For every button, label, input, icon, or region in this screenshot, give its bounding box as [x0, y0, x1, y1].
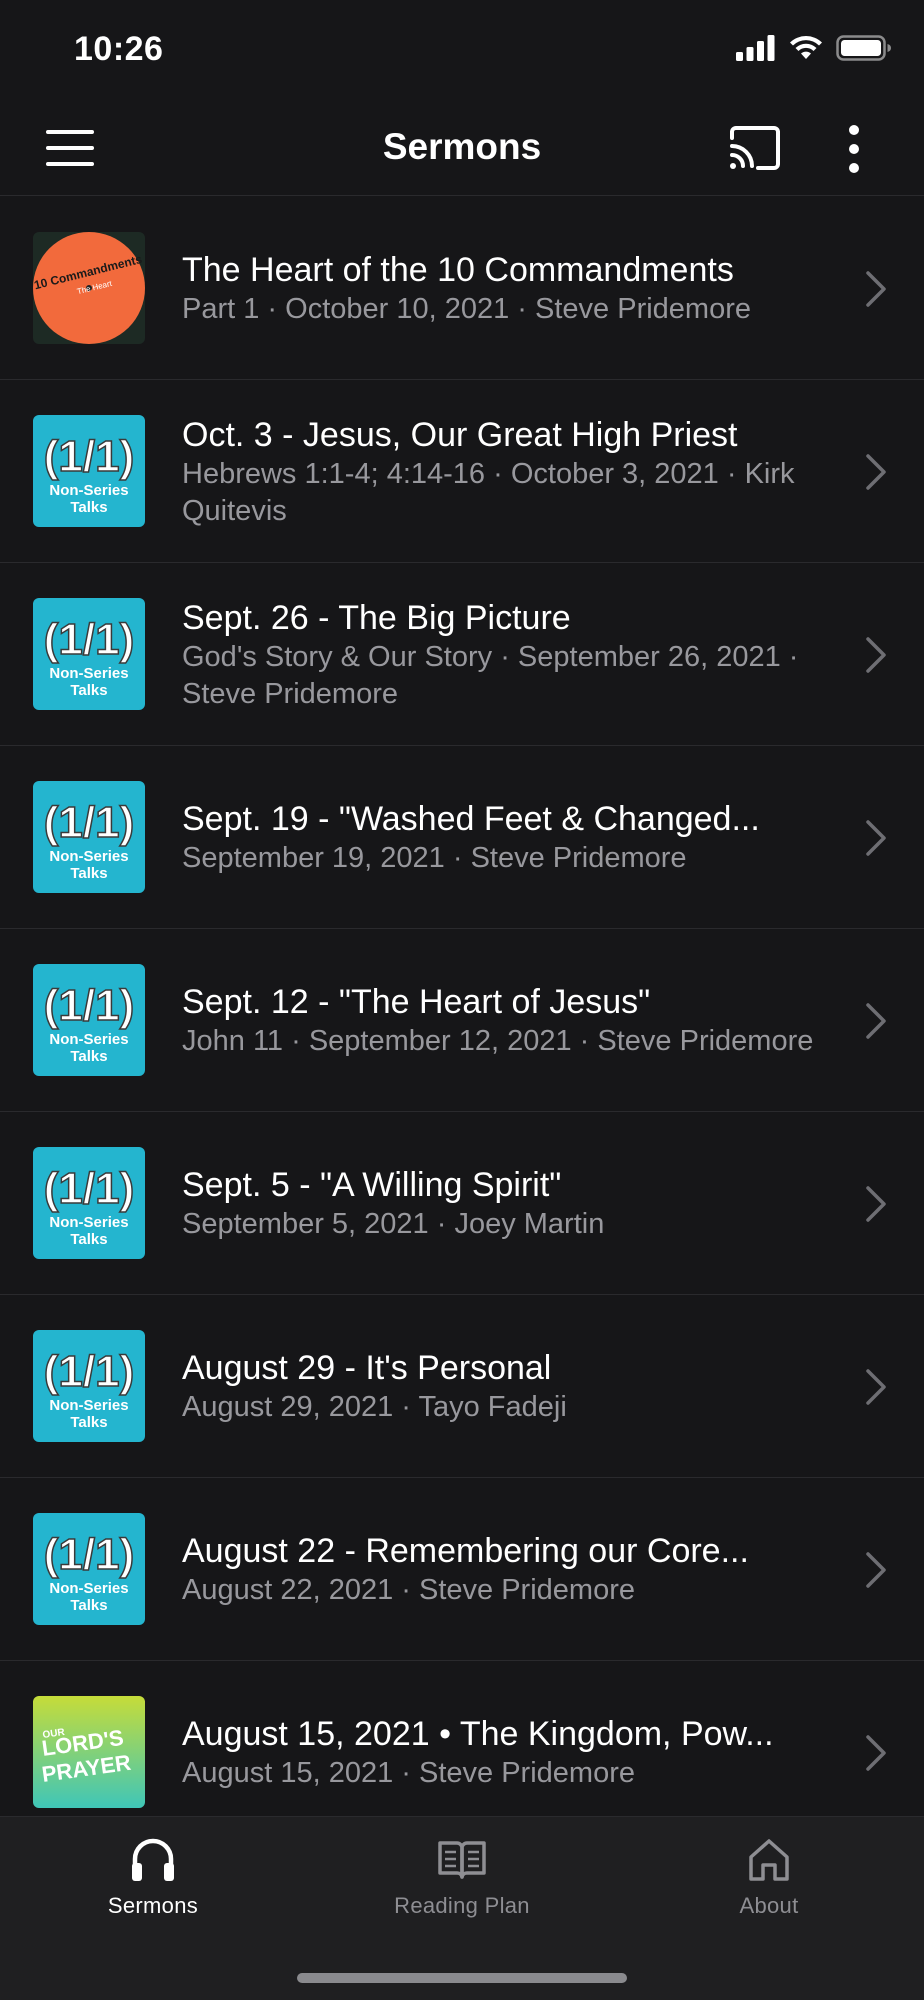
sermon-text-block: The Heart of the 10 Commandments Part 1 ·… [182, 197, 824, 380]
sermon-text-block: Sept. 19 - "Washed Feet & Changed... Sept… [182, 746, 824, 929]
artwork-text: (1/1) [44, 615, 134, 664]
artwork-text: Talks [70, 1414, 107, 1431]
sermon-subtitle: September 5, 2021 · Joey Martin [182, 1208, 605, 1240]
tab-reading-plan[interactable]: Reading Plan [362, 1835, 562, 1919]
sermon-list: 10 Commandments The Heart The Heart of t… [0, 197, 924, 1844]
nav-bar: Sermons [0, 100, 924, 196]
chevron-right-icon [864, 1001, 888, 1041]
artwork-text: (1/1) [44, 1164, 134, 1213]
sermon-title: Oct. 3 - Jesus, Our Great High Priest [182, 415, 738, 454]
more-vertical-icon [849, 125, 859, 173]
tab-label: Reading Plan [394, 1893, 530, 1918]
tab-sermons[interactable]: Sermons [53, 1835, 253, 1919]
cast-icon [730, 126, 780, 170]
sermon-artwork: (1/1) Non-Series Talks [33, 1147, 145, 1259]
sermon-title: Sept. 12 - "The Heart of Jesus" [182, 983, 651, 1021]
chevron-right-icon [864, 269, 888, 309]
artwork-text: (1/1) [44, 798, 134, 847]
sermon-row[interactable]: (1/1) Non-Series Talks Oct. 3 - Jesus, O… [0, 380, 924, 563]
sermon-text-block: Sept. 12 - "The Heart of Jesus" John 11 ·… [182, 929, 824, 1112]
sermon-text-block: August 29 - It's Personal August 29, 2021… [182, 1295, 824, 1478]
sermon-artwork: (1/1) Non-Series Talks [33, 964, 145, 1076]
sermon-title: Sept. 26 - The Big Picture [182, 598, 571, 637]
sermon-subtitle: September 19, 2021 · Steve Pridemore [182, 842, 687, 874]
sermon-row[interactable]: 10 Commandments The Heart The Heart of t… [0, 197, 924, 380]
more-options-button[interactable] [840, 122, 868, 176]
sermon-artwork: (1/1) Non-Series Talks [33, 415, 145, 527]
book-icon [438, 1841, 486, 1879]
sermon-title: August 22 - Remembering our Core... [182, 1532, 749, 1570]
status-bar: 10:26 [0, 0, 924, 100]
sermon-row[interactable]: (1/1) Non-Series Talks August 29 - It's … [0, 1295, 924, 1478]
sermon-subtitle: God's Story & Our Story · September 26, … [182, 640, 799, 710]
sermon-artwork: (1/1) Non-Series Talks [33, 1513, 145, 1625]
sermon-text-block: August 22 - Remembering our Core... Augus… [182, 1478, 824, 1661]
chevron-right-icon [864, 635, 888, 675]
headphones-icon [132, 1838, 174, 1881]
chevron-right-icon [864, 1367, 888, 1407]
sermon-subtitle: August 15, 2021 · Steve Pridemore [182, 1757, 635, 1789]
artwork-text: (1/1) [44, 1530, 134, 1579]
tab-about[interactable]: About [669, 1835, 869, 1919]
sermon-artwork: (1/1) Non-Series Talks [33, 598, 145, 710]
artwork-text: (1/1) [44, 432, 134, 481]
sermon-title: August 15, 2021 • The Kingdom, Pow... [182, 1715, 774, 1753]
artwork-text: Non-Series [49, 665, 128, 682]
sermon-row[interactable]: (1/1) Non-Series Talks Sept. 5 - "A Will… [0, 1112, 924, 1295]
artwork-text: (1/1) [44, 1347, 134, 1396]
status-time: 10:26 [74, 30, 164, 68]
wifi-icon [790, 36, 822, 59]
sermon-row[interactable]: (1/1) Non-Series Talks Sept. 12 - "The H… [0, 929, 924, 1112]
chevron-right-icon [864, 452, 888, 492]
artwork-text: Non-Series [49, 848, 128, 865]
sermon-artwork: (1/1) Non-Series Talks [33, 781, 145, 893]
tab-label: Sermons [107, 1893, 199, 1918]
sermon-title: Sept. 5 - "A Willing Spirit" [182, 1166, 562, 1204]
sermon-title: The Heart of the 10 Commandments [182, 251, 734, 289]
signal-icon [736, 34, 775, 61]
artwork-text: Non-Series [49, 1214, 128, 1231]
sermon-subtitle: Part 1 · October 10, 2021 · Steve Pridem… [182, 293, 751, 325]
sermon-row[interactable]: (1/1) Non-Series Talks August 22 - Remem… [0, 1478, 924, 1661]
sermon-artwork: OUR LORD'S PRAYER [33, 1696, 145, 1808]
artwork-text: Talks [70, 1231, 107, 1248]
chevron-right-icon [864, 1550, 888, 1590]
artwork-text: Non-Series [49, 482, 128, 499]
page-title: Sermons [382, 126, 542, 167]
tab-label: About [739, 1893, 799, 1918]
sermon-text-block: Sept. 5 - "A Willing Spirit" September 5,… [182, 1112, 824, 1295]
artwork-text: Talks [70, 682, 107, 699]
chevron-right-icon [864, 1733, 888, 1773]
artwork-text: Talks [70, 499, 107, 516]
artwork-text: (1/1) [44, 981, 134, 1030]
sermon-title: Sept. 19 - "Washed Feet & Changed... [182, 800, 760, 838]
sermon-title: August 29 - It's Personal [182, 1349, 552, 1387]
home-indicator [297, 1973, 627, 1983]
artwork-text: Talks [70, 865, 107, 882]
app-screen: 10:26 Sermons 10 Commandments The Heart … [0, 0, 924, 2000]
battery-icon [836, 34, 891, 61]
sermon-text-block: Oct. 3 - Jesus, Our Great High Priest Heb… [182, 380, 824, 563]
sermon-row[interactable]: (1/1) Non-Series Talks Sept. 19 - "Washe… [0, 746, 924, 929]
sermon-text-block: Sept. 26 - The Big Picture God's Story & … [182, 563, 824, 746]
artwork-text: Talks [70, 1597, 107, 1614]
artwork-text: Talks [70, 1048, 107, 1065]
artwork-text: Non-Series [49, 1580, 128, 1597]
sermon-subtitle: August 22, 2021 · Steve Pridemore [182, 1574, 635, 1606]
artwork-text: Non-Series [49, 1397, 128, 1414]
chevron-right-icon [864, 1184, 888, 1224]
home-icon [749, 1839, 789, 1881]
chevron-right-icon [864, 818, 888, 858]
cast-button[interactable] [728, 124, 782, 172]
sermon-subtitle: August 29, 2021 · Tayo Fadeji [182, 1391, 567, 1423]
artwork-text: Non-Series [49, 1031, 128, 1048]
sermon-subtitle: Hebrews 1:1-4; 4:14-16 · October 3, 2021… [182, 457, 795, 527]
sermon-artwork: 10 Commandments The Heart [33, 232, 145, 344]
sermon-artwork: (1/1) Non-Series Talks [33, 1330, 145, 1442]
sermon-row[interactable]: (1/1) Non-Series Talks Sept. 26 - The Bi… [0, 563, 924, 746]
status-icons [736, 34, 892, 61]
sermon-subtitle: John 11 · September 12, 2021 · Steve Pri… [182, 1025, 814, 1057]
